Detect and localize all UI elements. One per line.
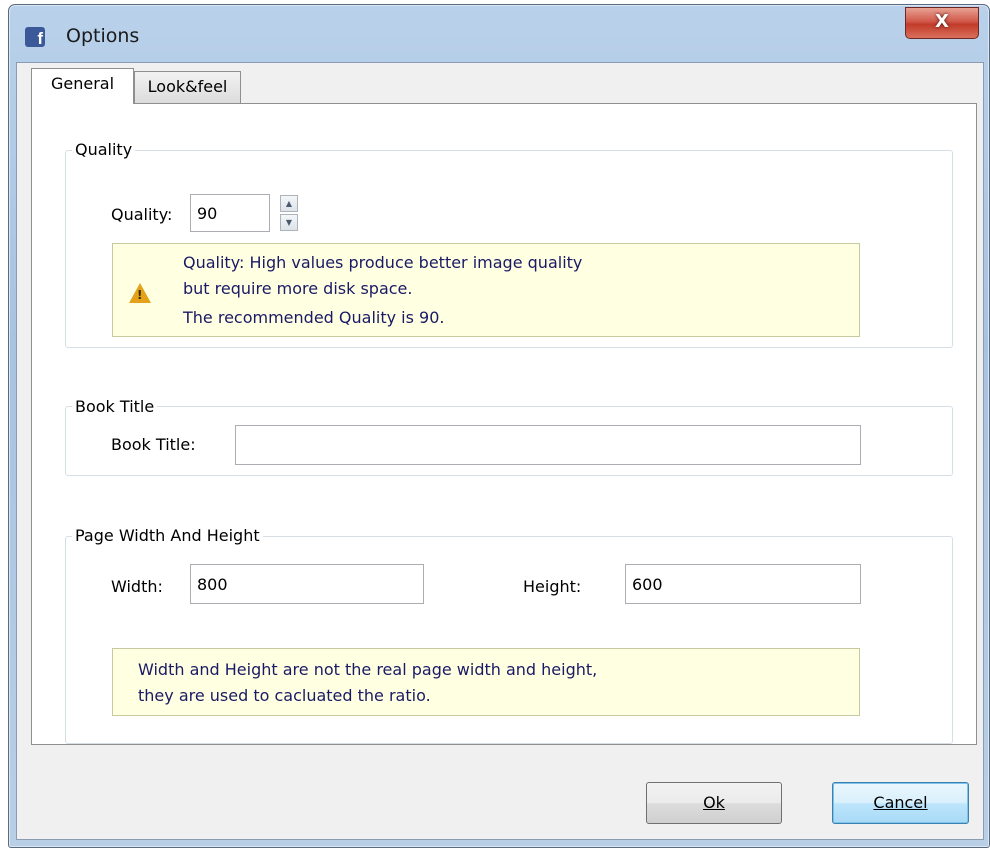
spin-down-button[interactable]: ▼ <box>280 214 298 231</box>
general-tab-panel: Quality Quality: ▲ ▼ ! Quality: High val… <box>31 103 977 745</box>
quality-input[interactable] <box>190 194 270 232</box>
width-input[interactable] <box>190 564 424 604</box>
options-dialog: f Options X General Look&feel Quality Qu… <box>8 4 990 848</box>
tab-general[interactable]: General <box>31 68 134 104</box>
quality-note: ! Quality: High values produce better im… <box>112 243 860 337</box>
page-size-group-title: Page Width And Height <box>72 526 263 545</box>
warning-icon: ! <box>129 283 151 303</box>
quality-spinner[interactable]: ▲ ▼ <box>280 195 298 231</box>
height-label: Height: <box>523 577 582 596</box>
spin-up-button[interactable]: ▲ <box>280 195 298 212</box>
page-size-note: Width and Height are not the real page w… <box>112 648 860 716</box>
quality-note-line3: The recommended Quality is 90. <box>183 308 445 327</box>
page-size-note-line2: they are used to cacluated the ratio. <box>138 686 431 705</box>
quality-label: Quality: <box>111 205 173 224</box>
tab-look-and-feel[interactable]: Look&feel <box>134 71 241 103</box>
book-title-input[interactable] <box>235 425 861 465</box>
ok-button[interactable]: Ok <box>646 782 782 824</box>
dialog-client-area: General Look&feel Quality Quality: ▲ ▼ !… <box>16 62 984 840</box>
close-button[interactable]: X <box>905 7 979 39</box>
quality-note-line2: but require more disk space. <box>183 279 413 298</box>
cancel-button[interactable]: Cancel <box>832 782 969 824</box>
quality-group-title: Quality <box>72 140 136 159</box>
width-label: Width: <box>111 577 163 596</box>
window-title: Options <box>66 25 140 47</box>
book-title-group-title: Book Title <box>72 397 158 416</box>
title-bar[interactable]: f Options X <box>9 5 989 63</box>
page-size-note-line1: Width and Height are not the real page w… <box>138 660 598 679</box>
facebook-f-icon: f <box>25 27 45 47</box>
quality-note-line1: Quality: High values produce better imag… <box>183 253 583 272</box>
height-input[interactable] <box>625 564 861 604</box>
book-title-label: Book Title: <box>111 435 196 454</box>
